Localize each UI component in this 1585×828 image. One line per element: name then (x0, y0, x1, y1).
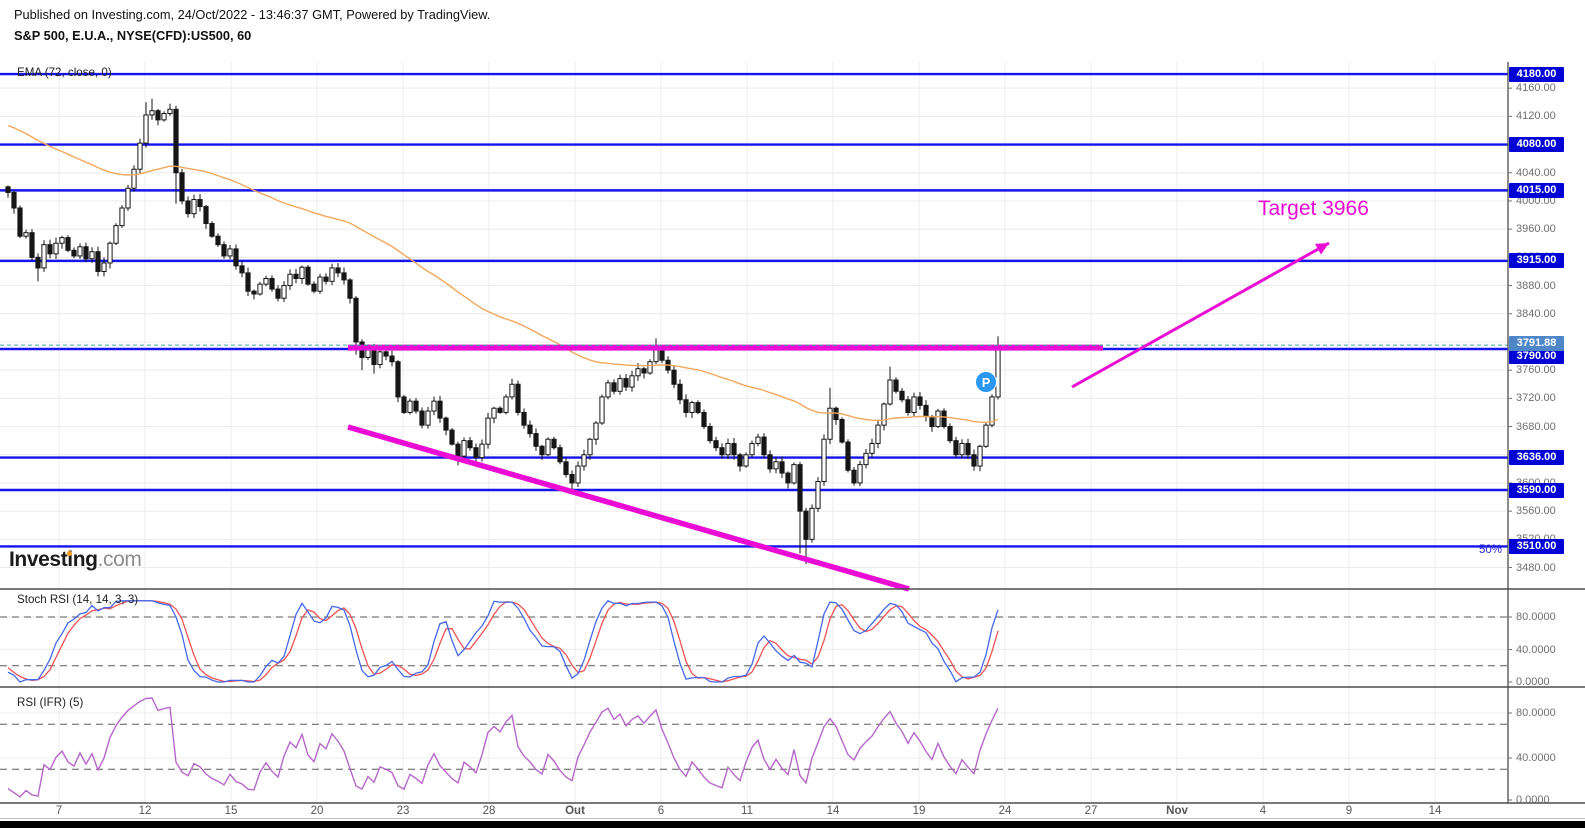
time-axis-label: 23 (396, 805, 410, 817)
price-level-badge[interactable]: 4180.00 (1509, 66, 1564, 82)
published-line: Published on Investing.com, 24/Oct/2022 … (14, 7, 491, 22)
time-axis-label: 20 (310, 805, 324, 817)
price-axis-tick: 3680.00 (1516, 420, 1556, 433)
symbol-title: S&P 500, E.U.A., NYSE(CFD):US500, 60 (14, 28, 252, 43)
price-axis-tick: 3880.00 (1516, 279, 1556, 292)
price-level-badge[interactable]: 3790.00 (1509, 349, 1564, 364)
time-axis-label: 28 (482, 805, 496, 817)
price-axis-tick: 4040.00 (1516, 166, 1556, 179)
stoch-rsi-indicator-label[interactable]: Stoch RSI (14, 14, 3, 3) (17, 593, 138, 606)
fib-50-percent-label: 50% (1479, 544, 1503, 556)
price-level-badge[interactable]: 3915.00 (1509, 253, 1564, 269)
target-annotation[interactable]: Target 3966 (1258, 197, 1369, 221)
time-axis-label: 27 (1084, 805, 1098, 817)
price-level-badge[interactable]: 4015.00 (1509, 182, 1564, 198)
indicator-axis-tick: 80.0000 (1516, 707, 1556, 719)
chart-window: Published on Investing.com, 24/Oct/2022 … (0, 0, 1585, 828)
current-price-badge[interactable]: 3791.88 (1509, 335, 1564, 351)
indicator-axis-tick: 40.0000 (1516, 643, 1556, 656)
price-axis-tick: 3760.00 (1516, 364, 1556, 377)
indicator-axis-tick: 80.0000 (1516, 611, 1556, 623)
investing-logo-suffix: .com (97, 548, 142, 571)
bottom-black-bar (0, 821, 1585, 828)
investing-logo-orange-dot (67, 550, 72, 556)
price-axis-tick: 3560.00 (1516, 505, 1556, 518)
time-axis-label: 7 (55, 805, 63, 817)
price-axis-tick: 3720.00 (1516, 392, 1556, 405)
price-level-badge[interactable]: 4080.00 (1509, 137, 1564, 153)
price-level-badge[interactable]: 3636.00 (1509, 450, 1564, 466)
time-axis-label: 6 (657, 805, 665, 817)
rsi-indicator-label[interactable]: RSI (IFR) (5) (17, 696, 83, 709)
time-axis-label: 15 (224, 805, 238, 817)
time-axis-label: 11 (741, 805, 753, 817)
time-axis-label: 14 (826, 805, 840, 817)
price-axis-tick: 4120.00 (1516, 110, 1556, 123)
price-axis-tick: 4160.00 (1516, 82, 1556, 95)
ema-indicator-label[interactable]: EMA (72, close, 0) (17, 66, 112, 79)
chart-canvas[interactable] (0, 0, 1585, 828)
price-level-badge[interactable]: 3590.00 (1509, 482, 1564, 498)
time-axis-label: 4 (1259, 805, 1267, 817)
price-level-badge[interactable]: 3510.00 (1509, 538, 1564, 554)
time-axis-label: 24 (998, 805, 1012, 817)
price-axis-tick: 3480.00 (1516, 561, 1556, 574)
time-axis-label: 9 (1345, 805, 1353, 817)
plot-p-marker[interactable]: P (975, 371, 997, 393)
time-axis-label: Nov (1166, 805, 1188, 817)
time-axis-label: 19 (912, 805, 926, 817)
investing-logo-word: Investing (9, 548, 98, 571)
time-axis-label: 12 (138, 805, 152, 817)
indicator-axis-tick: 40.0000 (1516, 752, 1556, 764)
price-axis-tick: 3840.00 (1516, 307, 1556, 320)
time-axis-label: Out (565, 805, 585, 817)
investing-logo: Investing.com (9, 548, 142, 572)
price-axis-tick: 3960.00 (1516, 223, 1556, 236)
indicator-axis-tick: 0.0000 (1516, 794, 1550, 806)
indicator-axis-tick: 0.0000 (1516, 676, 1550, 688)
time-axis-label: 14 (1428, 805, 1442, 817)
